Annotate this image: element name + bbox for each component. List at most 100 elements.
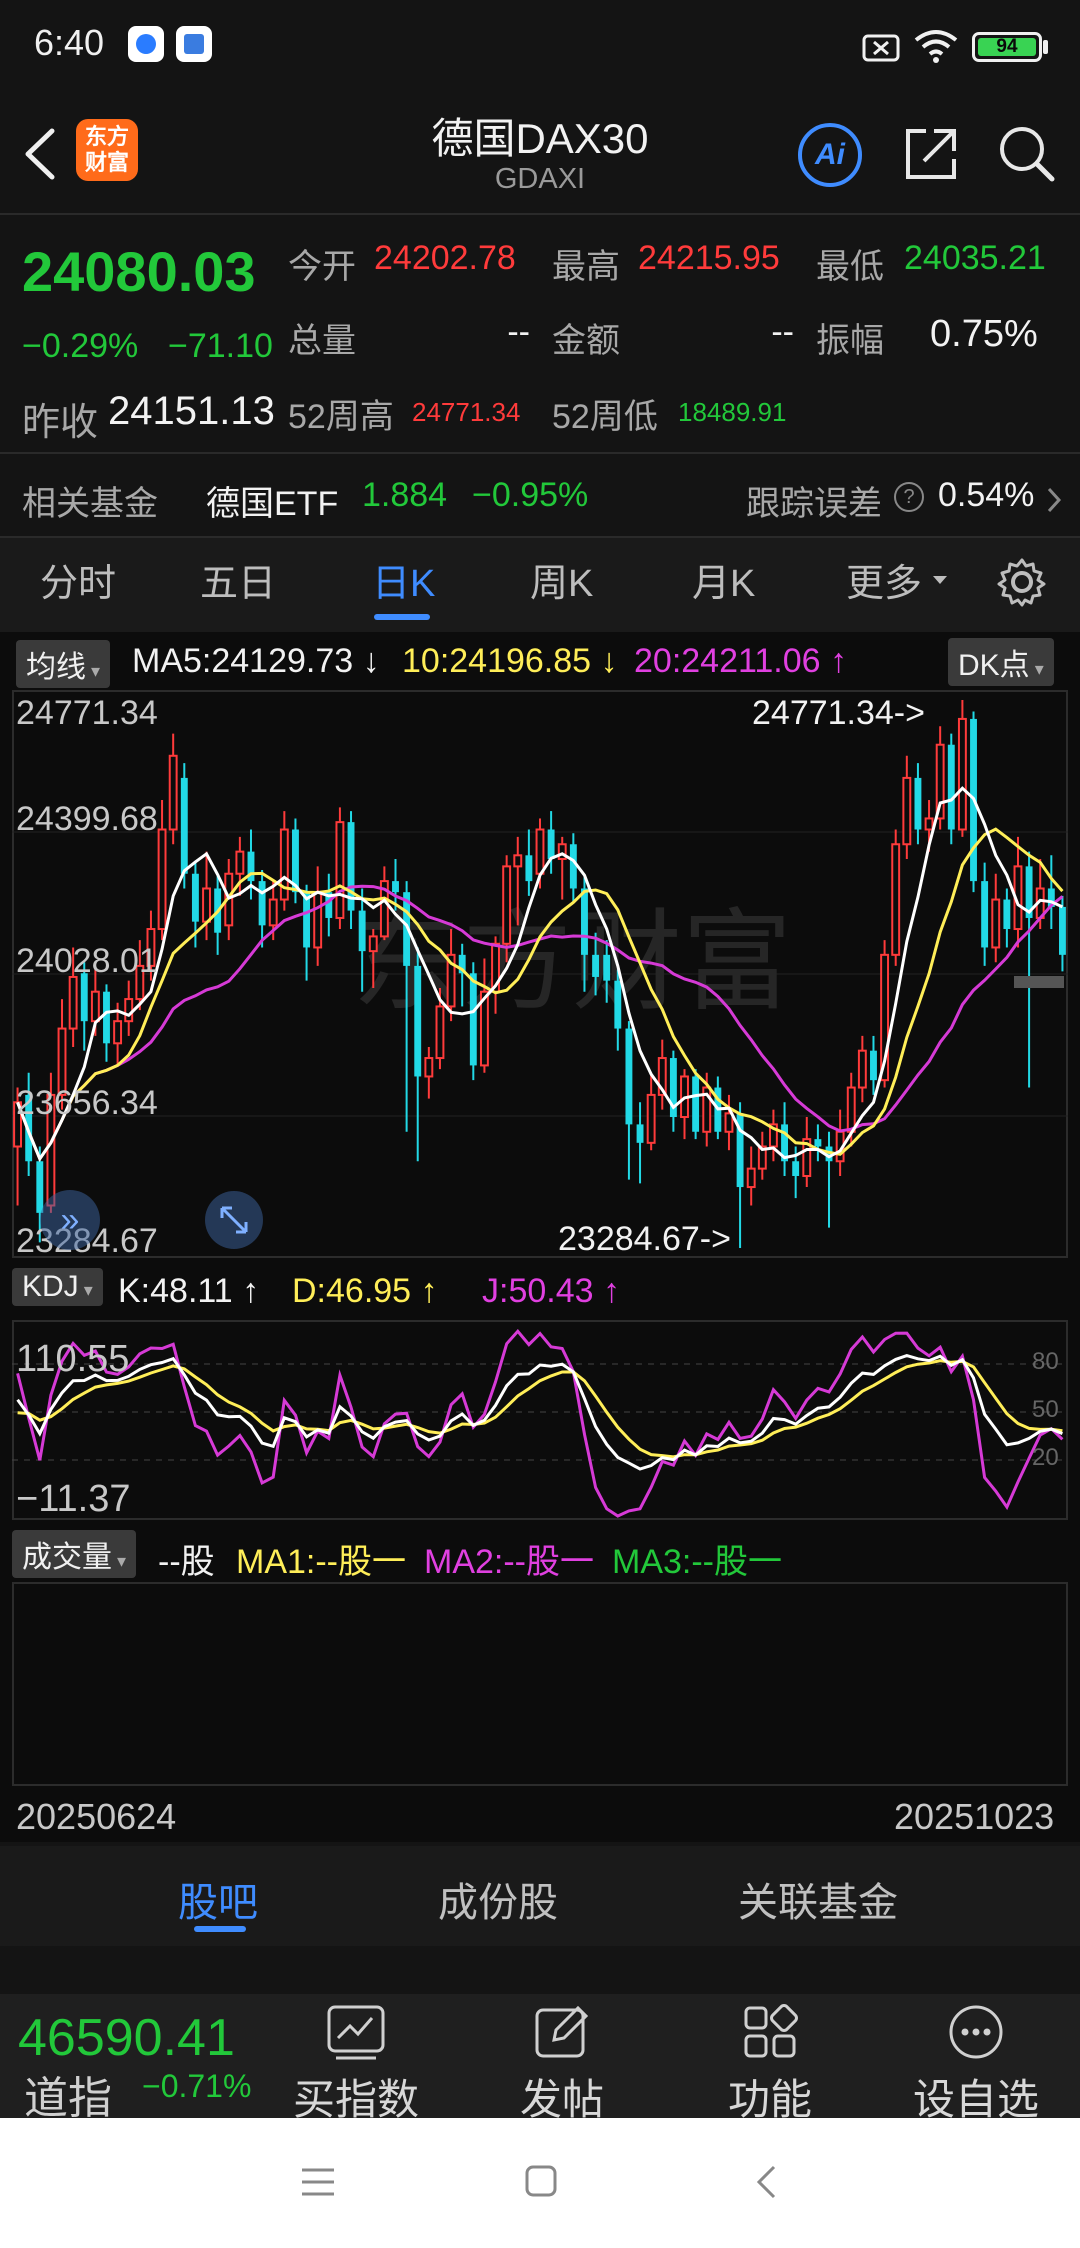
tab-monthly-k[interactable]: 月K — [692, 552, 755, 607]
dk-point-button[interactable]: DK点 ▾ — [948, 638, 1054, 686]
volume-value: --股 — [158, 1543, 215, 1581]
kdj-j-value: J:50.43 — [482, 1272, 594, 1310]
menu-icon[interactable] — [300, 2166, 336, 2198]
tab-related-funds[interactable]: 关联基金 — [738, 1870, 898, 1928]
related-fund-row[interactable]: 相关基金 德国ETF 1.884 −0.95% 跟踪误差 ? 0.54% — [0, 454, 1080, 539]
candle-body — [513, 854, 523, 868]
home-icon[interactable] — [524, 2164, 558, 2198]
notification-app-icon — [128, 26, 164, 62]
search-icon[interactable] — [996, 123, 1058, 185]
tab-more[interactable]: 更多 — [846, 552, 922, 607]
notification-db-icon — [176, 26, 212, 62]
candle-body — [1003, 899, 1011, 930]
candle-body — [891, 843, 901, 956]
open-value: 24202.78 — [374, 239, 516, 277]
candle-body — [113, 1020, 123, 1045]
share-icon[interactable] — [900, 123, 962, 185]
candle-body — [581, 888, 588, 955]
candle-body — [525, 855, 533, 882]
y-label-4: 23656.34 — [16, 1084, 158, 1122]
candle-body — [846, 1086, 856, 1133]
candle-body — [569, 844, 577, 889]
high-label: 最高 — [552, 248, 620, 286]
volume-selector-label: 成交量 — [22, 1541, 112, 1574]
kdj-level-20: 20 — [1032, 1444, 1059, 1471]
tab-weekly-k[interactable]: 周K — [530, 552, 593, 607]
candle-body — [180, 777, 188, 874]
kdj-chart[interactable] — [12, 1320, 1068, 1520]
tab-constituents[interactable]: 成份股 — [438, 1870, 558, 1928]
buy-index-icon[interactable] — [326, 2004, 386, 2060]
amplitude-label: 振幅 — [816, 322, 884, 360]
volume-ma3: MA3:--股一 — [612, 1543, 782, 1581]
ma5-legend: MA5:24129.73 ↓ — [132, 642, 380, 680]
candle-body — [90, 990, 100, 1023]
date-end: 20251023 — [894, 1796, 1055, 1837]
logo-text: 东方财富 — [85, 124, 130, 175]
y-label-max: 24771.34 — [16, 694, 158, 732]
fund-change: −0.95% — [472, 476, 589, 514]
candle-body — [592, 954, 600, 977]
candlestick-chart[interactable]: 东方财富 — [12, 690, 1068, 1258]
min-annotation: 23284.67-> — [558, 1220, 731, 1258]
kdj-top-label: 110.55 — [16, 1338, 130, 1380]
w52-high-value: 24771.34 — [412, 397, 521, 427]
tab-daily-k[interactable]: 日K — [372, 552, 435, 607]
functions-icon[interactable] — [742, 2004, 798, 2060]
candle-body — [191, 873, 199, 922]
tab-intraday[interactable]: 分时 — [40, 552, 116, 607]
volume-selector[interactable]: 成交量 ▾ — [12, 1530, 137, 1578]
candle-body — [814, 1139, 822, 1147]
more-options-icon[interactable] — [948, 2004, 1004, 2060]
back-icon[interactable] — [18, 125, 62, 183]
low-value: 24035.21 — [904, 239, 1046, 277]
chevron-right-icon — [1047, 487, 1062, 513]
ma-selector[interactable]: 均线 ▾ — [16, 640, 111, 688]
page-title: 德国DAX30 — [431, 115, 649, 162]
y-label-3: 24028.01 — [16, 942, 158, 980]
prev-close-label: 昨收 — [22, 402, 99, 444]
candle-body — [625, 1028, 633, 1125]
volume-label: 总量 — [288, 322, 356, 360]
candle-body — [202, 887, 211, 923]
candle-body — [547, 829, 555, 859]
candle-body — [535, 828, 545, 875]
caret-down-icon — [933, 576, 947, 584]
candle-body — [358, 910, 366, 952]
volume-ma2: MA2:--股一 — [424, 1543, 594, 1581]
post-icon[interactable] — [534, 2004, 590, 2060]
volume-value: -- — [507, 313, 530, 351]
candle-body — [268, 898, 278, 927]
candle-body — [614, 980, 622, 1029]
candle-body — [36, 1161, 44, 1213]
tab-guba[interactable]: 股吧 — [178, 1870, 258, 1928]
fund-price: 1.884 — [362, 476, 448, 514]
candle-body — [857, 1049, 867, 1089]
ma20-value: 20:24211.06 — [634, 642, 821, 680]
ai-button[interactable]: Ai — [798, 123, 862, 187]
nav-back-icon[interactable] — [754, 2164, 778, 2200]
volume-chart[interactable] — [12, 1582, 1068, 1786]
w52-low-value: 18489.91 — [678, 397, 787, 427]
kdj-selector[interactable]: KDJ ▾ — [12, 1268, 103, 1306]
change-value: −71.10 — [168, 327, 273, 365]
candle-body — [957, 717, 967, 831]
candle-body — [469, 973, 477, 1066]
footer-index-value[interactable]: 46590.41 — [18, 2008, 235, 2068]
expand-left-icon[interactable]: » — [40, 1190, 100, 1250]
tab-five-day[interactable]: 五日 — [200, 552, 276, 607]
volume-ma3-value: MA3:--股 — [612, 1543, 748, 1581]
candle-body — [792, 1161, 800, 1176]
help-icon[interactable]: ? — [894, 482, 924, 512]
settings-gear-icon[interactable] — [996, 556, 1048, 608]
change-percent: −0.29% — [22, 327, 139, 365]
candle-body — [235, 850, 245, 875]
footer-index-name[interactable]: 道指 — [24, 2062, 112, 2126]
current-price: 24080.03 — [22, 240, 256, 303]
fullscreen-icon[interactable] — [204, 1190, 264, 1250]
candle-body — [636, 1124, 644, 1143]
fund-name[interactable]: 德国ETF — [206, 476, 338, 525]
ma20-legend: 20:24211.06 ↑ — [634, 642, 848, 680]
candle-body — [502, 865, 512, 945]
candle-body — [124, 998, 134, 1023]
